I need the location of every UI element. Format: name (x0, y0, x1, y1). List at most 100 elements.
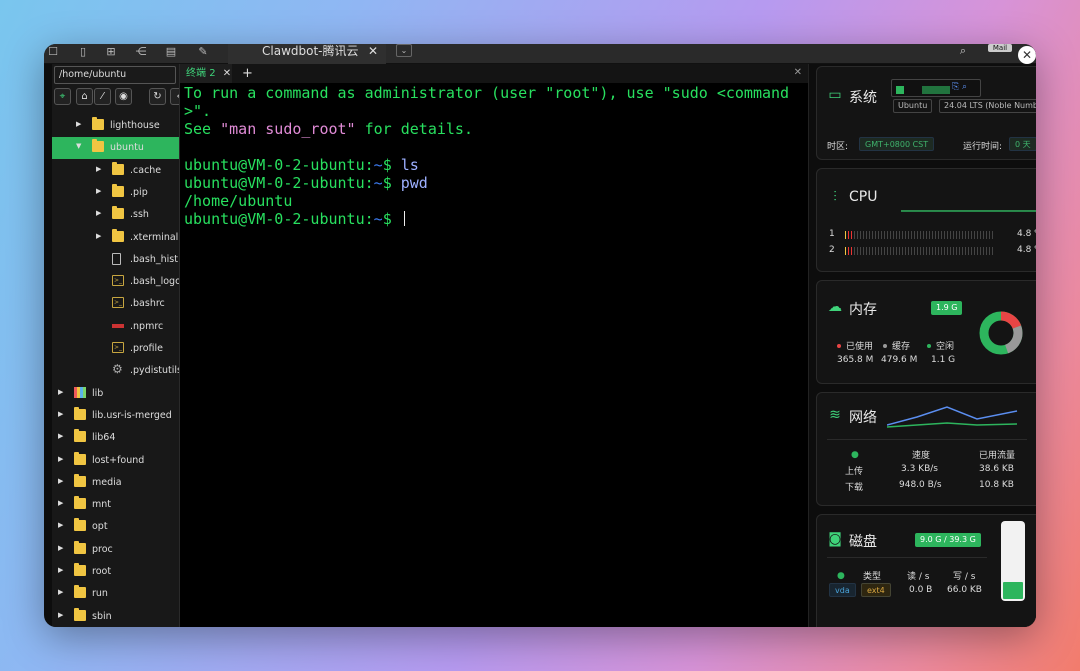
tree-item[interactable]: ⚙ .pydistutils (52, 360, 179, 382)
free-value: 1.1 G (931, 355, 956, 365)
folder-icon (74, 473, 86, 487)
session-tab[interactable]: Clawdbot-腾讯云 ✕ (228, 44, 386, 64)
monitor-icon: ▭ (828, 87, 842, 103)
chevron-right-icon[interactable]: ▶ (96, 232, 101, 240)
chevron-down-icon[interactable]: ▼ (76, 142, 81, 150)
file-icon (112, 252, 121, 265)
app-window: ☐ ▯ ⊞ ⋲ ▤ ✎ Clawdbot-腾讯云 ✕ ⌄ ⌕ Mail ✕ /h… (44, 44, 1036, 627)
tree-item-label: .npmrc (130, 320, 164, 332)
tree-item-label: .bash_logo (130, 276, 180, 288)
tree-item[interactable]: ▶ opt (52, 516, 179, 538)
tree-item[interactable]: ▶ lib.usr-is-merged (52, 405, 179, 427)
search-icon[interactable]: ⌕ (960, 44, 966, 58)
tree-icon[interactable]: ⋲ (134, 45, 148, 59)
file-icon[interactable]: ▯ (76, 45, 90, 59)
tree-item[interactable]: ▶ .xterminal (52, 227, 179, 249)
locate-icon[interactable]: ⌖ (54, 88, 71, 105)
upload-label: 上传 (845, 467, 864, 477)
tree-item-label: .pip (130, 186, 148, 198)
chevron-right-icon[interactable]: ▶ (58, 499, 63, 507)
tree-item[interactable]: ▶ lib64 (52, 427, 179, 449)
tree-item[interactable]: ▶ lighthouse (52, 115, 179, 137)
tree-item-label: sbin (92, 610, 112, 622)
chevron-right-icon[interactable]: ▶ (96, 209, 101, 217)
tree-item[interactable]: ▼ ubuntu (52, 137, 179, 160)
prompt-separator: : (364, 174, 374, 192)
prompt-command: ls (400, 156, 419, 174)
eye-icon[interactable]: ◉ (115, 88, 132, 105)
tree-item-label: lib64 (92, 432, 116, 444)
chevron-right-icon[interactable]: ▶ (58, 455, 63, 463)
tree-item[interactable]: .npmrc (52, 316, 179, 338)
text-cursor (403, 211, 405, 226)
chevron-right-icon[interactable]: ▶ (58, 477, 63, 485)
close-icon[interactable]: ✕ (223, 68, 231, 79)
chevron-right-icon[interactable]: ▶ (58, 410, 63, 418)
chevron-right-icon[interactable]: ▶ (96, 165, 101, 173)
tree-item[interactable]: ▶ media (52, 472, 179, 494)
chevron-right-icon[interactable]: ▶ (58, 544, 63, 552)
prompt-host: ubuntu@VM-0-2-ubuntu (184, 156, 365, 174)
tree-item[interactable]: ▶ lib (52, 383, 179, 405)
tree-item[interactable]: >_ .bashrc (52, 293, 179, 315)
chevron-right-icon[interactable]: ▶ (58, 588, 63, 596)
tree-item-label: .profile (130, 343, 164, 354)
tree-item[interactable]: ▶ .cache (52, 160, 179, 182)
tree-item[interactable]: ▶ sbin (52, 606, 179, 627)
tree-item[interactable]: ▶ lost+found (52, 450, 179, 472)
wrench-icon[interactable]: ✎ (196, 45, 210, 59)
chevron-right-icon[interactable]: ▶ (96, 187, 101, 195)
cpu-title: CPU (849, 189, 878, 205)
tree-item[interactable]: ▶ run (52, 583, 179, 605)
link-icon[interactable]: ⎘ ⌕ (952, 82, 976, 94)
tree-item[interactable]: .bash_hist (52, 249, 179, 271)
tree-item-label: proc (92, 543, 113, 555)
user-badge[interactable]: Mail (988, 44, 1012, 52)
add-tab-button[interactable]: + (242, 64, 253, 83)
chevron-down-icon[interactable]: ⌄ (396, 44, 412, 57)
folder-icon (74, 429, 86, 443)
chevron-right-icon[interactable]: ▶ (58, 566, 63, 574)
terminal-pane[interactable]: 终端 2 ✕ + ✕ To run a command as administr… (180, 64, 808, 627)
tree-item[interactable]: >_ .profile (52, 338, 179, 360)
folder-icon (74, 451, 86, 465)
read-value: 0.0 B (909, 585, 933, 595)
npm-icon (112, 323, 124, 328)
network-card: ≋ 网络 ● 速度 已用流量 上传 3.3 KB/s 38.6 KB 下载 94… (816, 392, 1036, 506)
tree-item[interactable]: ▶ .pip (52, 182, 179, 204)
tree-item-label: lib (92, 387, 104, 399)
tree-item[interactable]: ▶ .ssh (52, 204, 179, 226)
tree-item[interactable]: ▶ proc (52, 539, 179, 561)
more-icon[interactable]: ‹ (170, 88, 179, 105)
tree-item[interactable]: >_ .bash_logo (52, 271, 180, 293)
prompt-dir: ~ (373, 156, 383, 174)
session-tab-title: Clawdbot-腾讯云 (262, 44, 359, 58)
close-icon[interactable]: ✕ (368, 44, 378, 58)
tree-item[interactable]: ▶ root (52, 561, 179, 583)
edit-icon[interactable]: ☐ (46, 45, 60, 59)
path-input[interactable]: /home/ubuntu (54, 66, 176, 84)
tree-item-label: .bashrc (130, 298, 165, 310)
terminal-text: for details. (355, 120, 473, 138)
tree-item[interactable]: ▶ mnt (52, 494, 179, 516)
close-pane-button[interactable]: ✕ (794, 64, 802, 81)
terminal-tab[interactable]: 终端 2 ✕ (180, 64, 232, 83)
chevron-right-icon[interactable]: ▶ (58, 432, 63, 440)
home-icon[interactable]: ⌂ (76, 88, 93, 105)
folder-icon (74, 563, 86, 576)
chevron-right-icon[interactable]: ▶ (58, 388, 63, 396)
download-label: 下载 (845, 483, 864, 493)
chevron-right-icon[interactable]: ▶ (58, 611, 63, 619)
folder-icon (112, 183, 124, 197)
terminal-output[interactable]: To run a command as administrator (user … (184, 84, 804, 228)
list-icon[interactable]: ▤ (164, 45, 178, 59)
refresh-icon[interactable]: ↻ (149, 88, 166, 105)
grid-icon[interactable]: ⊞ (104, 45, 118, 59)
chevron-right-icon[interactable]: ▶ (58, 521, 63, 529)
wand-icon[interactable]: ⁄ (94, 88, 111, 105)
terminal-file-icon: >_ (112, 297, 124, 309)
cpu-core-pct: 4.8 % (1017, 229, 1036, 239)
close-window-icon[interactable]: ✕ (1018, 46, 1036, 64)
chevron-right-icon[interactable]: ▶ (76, 120, 81, 128)
